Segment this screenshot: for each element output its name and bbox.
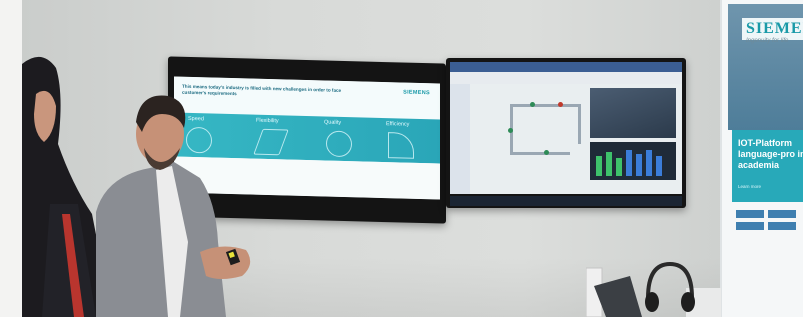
man-presenter (96, 95, 251, 317)
status-bar (646, 150, 652, 176)
scada-software-window (450, 62, 682, 194)
status-node (544, 150, 549, 155)
pipe (510, 152, 570, 155)
banner-tagline: Ingenuity for life (746, 38, 789, 44)
software-sidebar (450, 84, 471, 194)
banner-brand-logo: SIEMENS (742, 18, 803, 40)
status-bar (626, 150, 632, 176)
os-taskbar (450, 196, 682, 206)
banner-headline: IOT-Platform language-pro in academia (738, 138, 803, 170)
efficiency-icon (388, 132, 414, 159)
status-node (508, 128, 513, 133)
quality-icon (326, 130, 352, 158)
slide-brand-logo: SIEMENS (403, 89, 430, 97)
banner-teal-panel: IOT-Platform language-pro in academia Le… (732, 130, 803, 202)
siemens-banner: SIEMENS Ingenuity for life IOT-Platform … (720, 0, 803, 317)
banner-link: Learn more (738, 184, 762, 189)
status-bar (636, 154, 642, 176)
software-title-bar (450, 62, 682, 72)
status-node (558, 102, 563, 107)
photo-scene: This means today's industry is filled wi… (0, 0, 803, 317)
kpi-quality: Quality (324, 119, 342, 126)
banner-button (768, 210, 796, 218)
status-node (530, 102, 535, 107)
pipe (578, 104, 581, 144)
status-bar (596, 156, 602, 176)
left-edge-panel (0, 0, 22, 317)
status-bar-panel (590, 142, 676, 180)
banner-button (736, 210, 764, 218)
banner-button (768, 222, 796, 230)
kpi-efficiency: Efficiency (386, 121, 410, 128)
banner-button (736, 222, 764, 230)
plant-3d-view (590, 88, 676, 138)
pipe (510, 104, 580, 107)
right-monitor (446, 58, 686, 208)
status-bar (616, 158, 622, 176)
banner-photo: SIEMENS Ingenuity for life (728, 4, 803, 130)
status-bar (656, 156, 662, 176)
process-diagram-canvas (470, 84, 682, 194)
headset-icon (645, 261, 695, 312)
status-bar (606, 152, 612, 176)
